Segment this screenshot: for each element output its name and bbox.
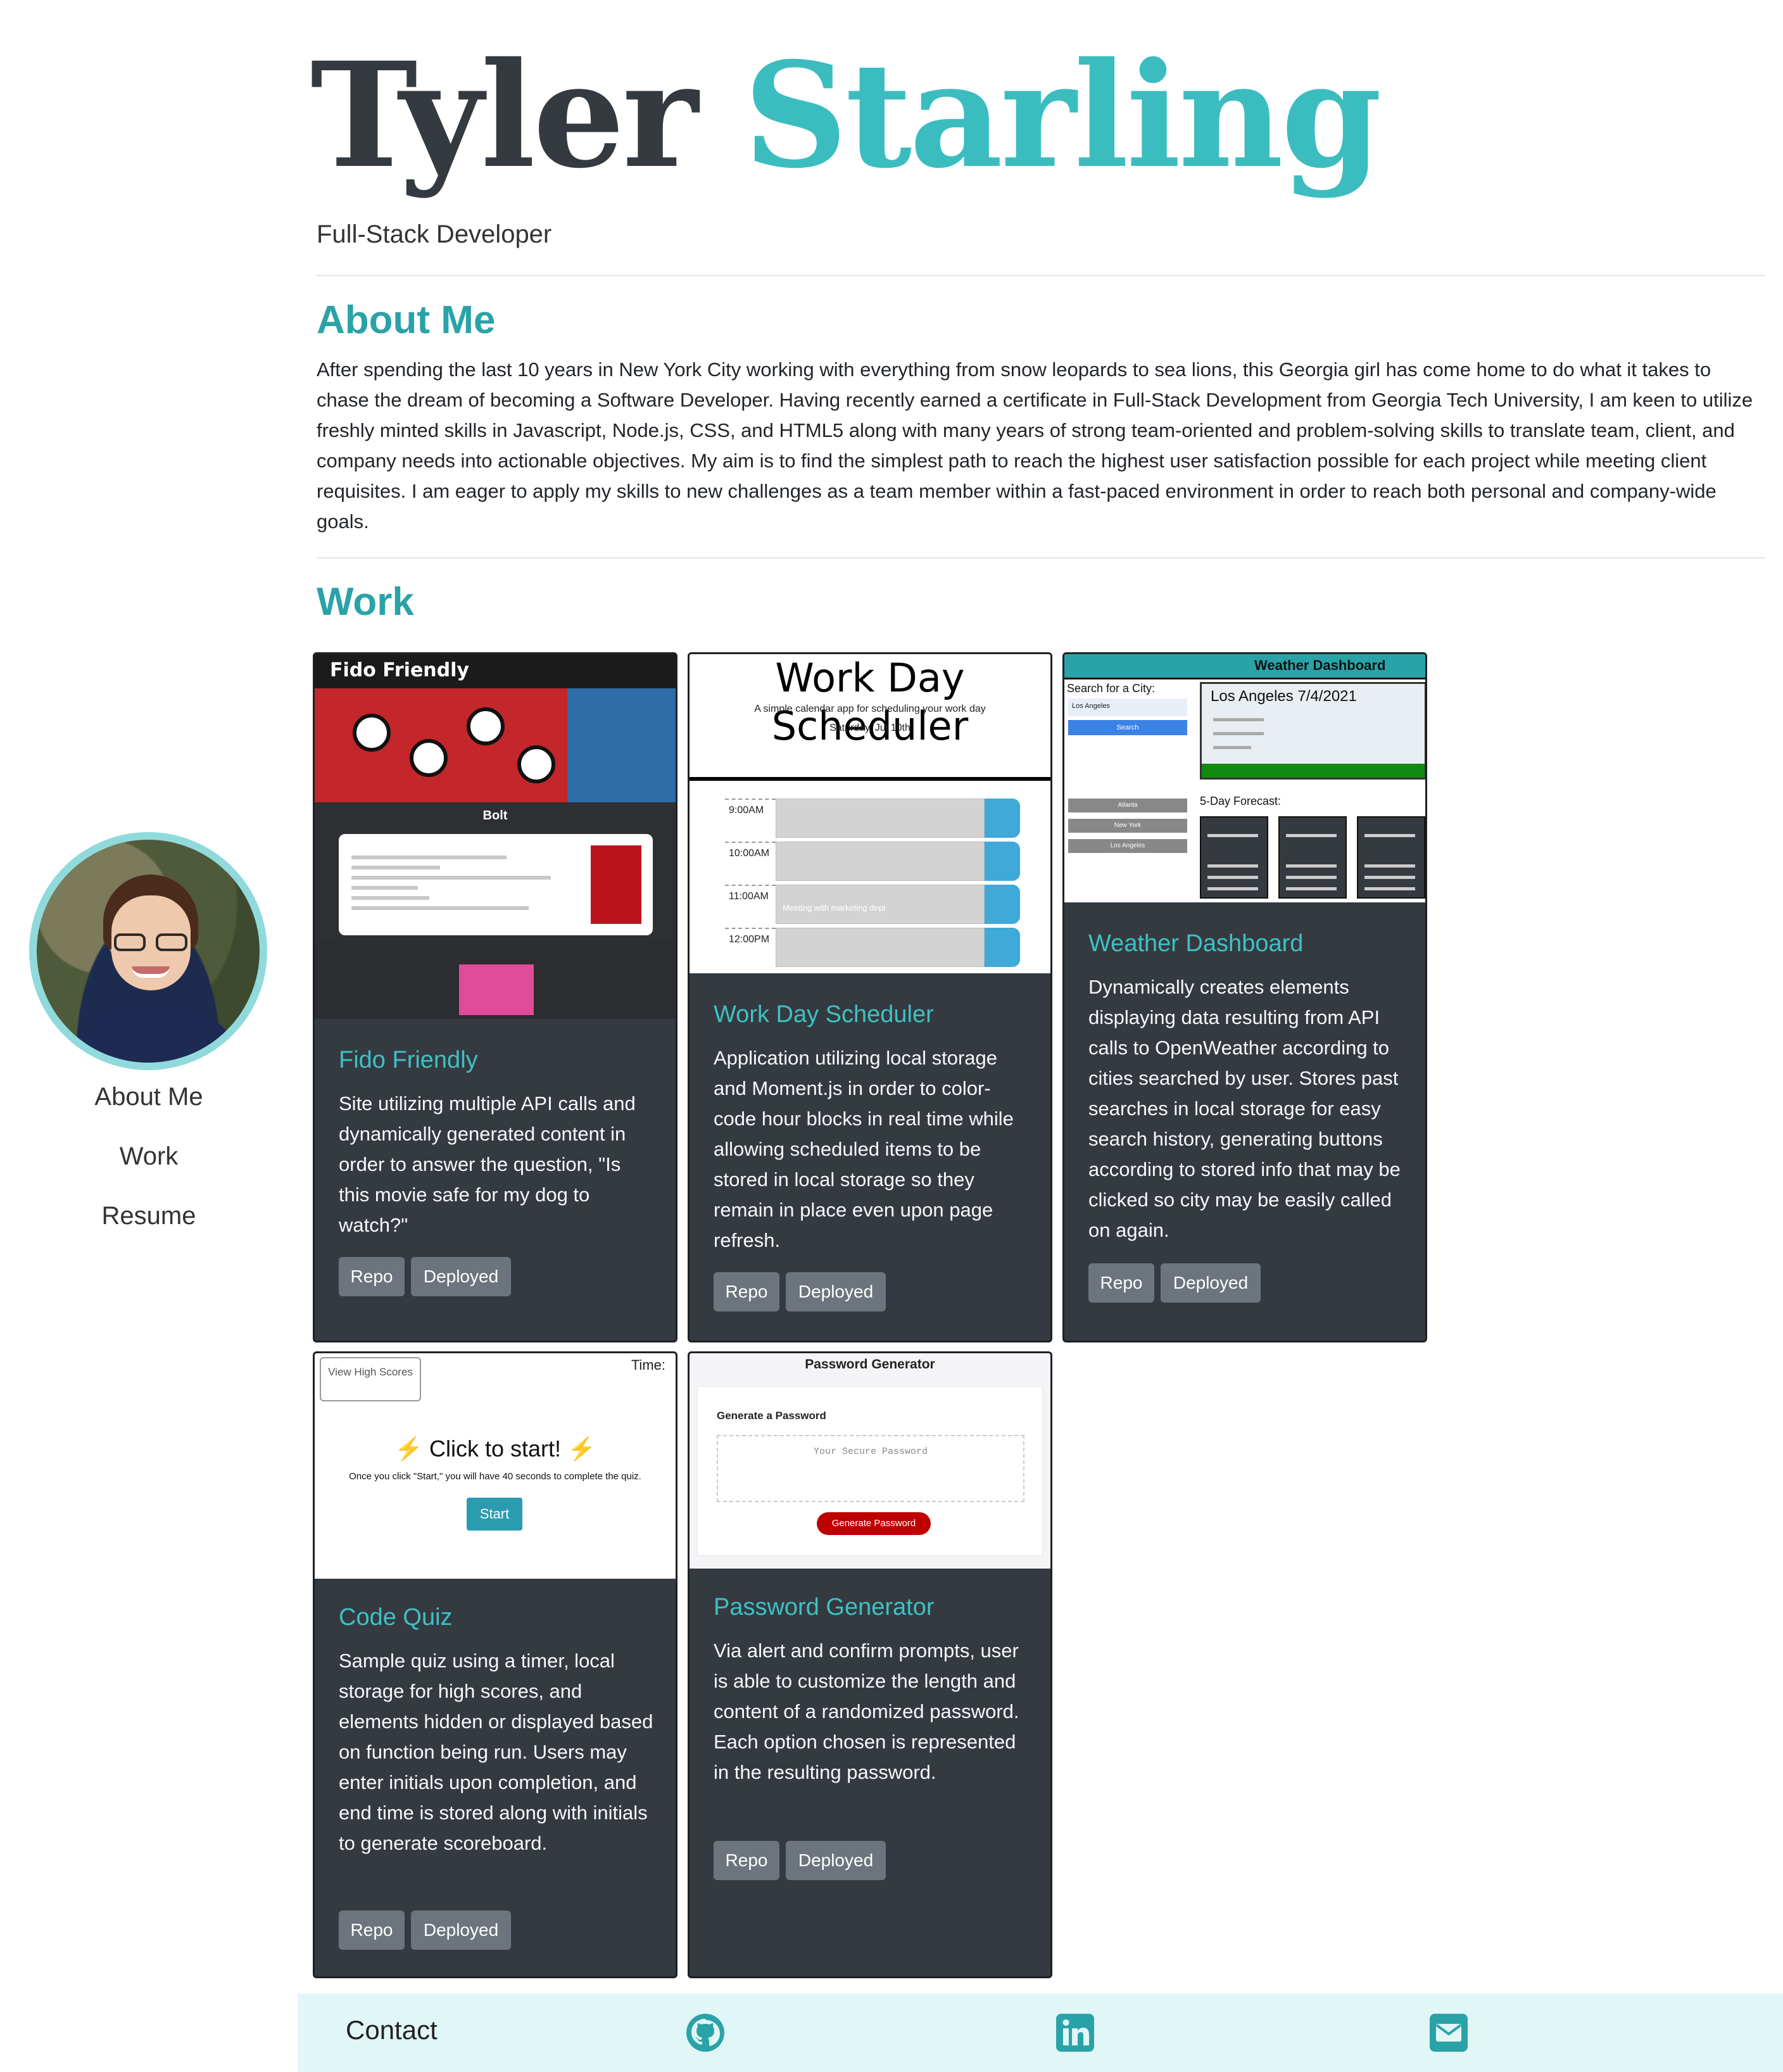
project-description: Site utilizing multiple API calls and dy… [339, 1092, 636, 1236]
project-title: Fido Friendly [339, 1047, 478, 1073]
screenshot-movie-title: Bolt [482, 809, 508, 823]
search-button: Search [1068, 720, 1187, 735]
hour-label: 11:00AM [725, 885, 776, 924]
nav-about-me[interactable]: About Me [0, 1083, 298, 1111]
save-icon [985, 842, 1020, 881]
repo-button[interactable]: Repo [339, 1911, 405, 1950]
project-card-password-generator: Password Generator Generate a Password Y… [688, 1351, 1052, 1978]
lightning-icon: ⚡ [394, 1436, 423, 1462]
project-description: Sample quiz using a timer, local storage… [339, 1650, 653, 1854]
sidebar: About Me Work Resume [0, 0, 298, 2072]
avatar [29, 832, 267, 1070]
screenshot-date: Saturday, Jul 10th [829, 723, 910, 733]
quiz-cta-text: Click to start! [429, 1436, 562, 1462]
page-title: Tyler Starling [310, 43, 1382, 187]
project-title: Weather Dashboard [1088, 930, 1304, 957]
quiz-note: Once you click "Start," you will have 40… [349, 1471, 641, 1482]
project-card-fido-friendly: Fido Friendly Bolt Fido Friendly Site ut… [313, 652, 677, 1342]
screenshot-heading: Weather Dashboard [1064, 654, 1425, 679]
about-text: After spending the last 10 years in New … [317, 358, 1753, 533]
project-screenshot[interactable]: View High Scores Time: ⚡ Click to start!… [315, 1353, 676, 1579]
page-subtitle: Full-Stack Developer [317, 220, 552, 248]
repo-button[interactable]: Repo [339, 1257, 405, 1296]
current-weather-title: Los Angeles 7/4/2021 [1211, 688, 1357, 705]
nav-work[interactable]: Work [0, 1142, 298, 1171]
deployed-button[interactable]: Deployed [411, 1257, 511, 1296]
project-description: Dynamically creates elements displaying … [1088, 976, 1401, 1241]
lightning-icon: ⚡ [567, 1436, 596, 1462]
deployed-button[interactable]: Deployed [786, 1272, 886, 1311]
deployed-button[interactable]: Deployed [1161, 1263, 1261, 1303]
github-icon[interactable] [685, 2012, 726, 2053]
history-button: Los Angeles [1068, 839, 1187, 853]
divider [317, 275, 1765, 276]
repo-button[interactable]: Repo [1088, 1263, 1154, 1303]
generate-password-button: Generate Password [817, 1512, 931, 1535]
start-button: Start [467, 1498, 522, 1531]
email-icon[interactable] [1428, 2012, 1469, 2053]
screenshot-heading: Work Day Scheduler [771, 655, 969, 749]
forecast-label: 5-Day Forecast: [1200, 795, 1282, 807]
hour-label: 9:00AM [725, 799, 776, 838]
project-screenshot[interactable]: Password Generator Generate a Password Y… [690, 1353, 1050, 1569]
event-text: Meeting with marketing dept [783, 903, 886, 913]
project-card-weather-dashboard: Weather Dashboard Search for a City: Los… [1062, 652, 1427, 1342]
screenshot-logo: Fido Friendly [330, 659, 469, 681]
footer: Contact [298, 1993, 1783, 2072]
project-description: Application utilizing local storage and … [714, 1047, 1014, 1251]
project-card-code-quiz: View High Scores Time: ⚡ Click to start!… [313, 1351, 677, 1978]
project-card-work-day-scheduler: Work Day Scheduler A simple calendar app… [688, 652, 1052, 1342]
history-button: New York [1068, 819, 1187, 833]
project-description: Via alert and confirm prompts, user is a… [714, 1639, 1019, 1783]
quiz-cta: ⚡ Click to start! ⚡ [315, 1436, 676, 1462]
project-screenshot[interactable]: Fido Friendly Bolt [315, 654, 676, 1019]
view-high-scores: View High Scores [320, 1357, 421, 1401]
screenshot-tagline: A simple calendar app for scheduling you… [754, 704, 986, 714]
repo-button[interactable]: Repo [714, 1272, 779, 1311]
save-icon [985, 928, 1020, 967]
nav-resume[interactable]: Resume [0, 1202, 298, 1230]
project-title: Password Generator [714, 1594, 935, 1620]
search-label: Search for a City: [1067, 682, 1156, 695]
divider [317, 557, 1765, 559]
last-name: Starling [743, 30, 1382, 200]
about-heading: About Me [317, 298, 496, 342]
password-field: Your Secure Password [717, 1435, 1024, 1502]
linkedin-icon[interactable] [1055, 2012, 1095, 2053]
project-title: Code Quiz [339, 1604, 453, 1631]
save-icon [985, 799, 1020, 838]
project-title: Work Day Scheduler [714, 1001, 934, 1028]
history-button: Atlanta [1068, 799, 1187, 812]
project-screenshot[interactable]: Weather Dashboard Search for a City: Los… [1064, 654, 1425, 902]
deployed-button[interactable]: Deployed [411, 1911, 511, 1950]
project-screenshot[interactable]: Work Day Scheduler A simple calendar app… [690, 654, 1050, 973]
repo-button[interactable]: Repo [714, 1841, 779, 1880]
search-field: Los Angeles [1068, 698, 1187, 716]
first-name: Tyler [310, 30, 698, 200]
deployed-button[interactable]: Deployed [786, 1841, 886, 1880]
hour-label: 12:00PM [725, 928, 776, 967]
hour-label: 10:00AM [725, 842, 776, 881]
contact-label: Contact [346, 2015, 438, 2045]
screenshot-heading: Password Generator [805, 1357, 935, 1372]
timer-label: Time: [631, 1357, 665, 1373]
screenshot-subheading: Generate a Password [717, 1410, 826, 1422]
work-heading: Work [317, 580, 414, 624]
save-icon [985, 885, 1020, 924]
